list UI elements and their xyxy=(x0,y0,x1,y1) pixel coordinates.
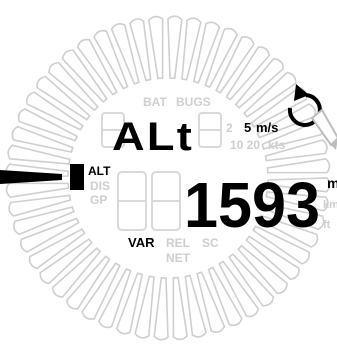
vario-lcd-display: BAT BUGS ALt 2 5 m/s 10 20 kts ALT DIS G… xyxy=(0,15,337,341)
ring-segment xyxy=(153,276,169,341)
bugs-label: BUGS xyxy=(176,95,211,109)
sc-label: SC xyxy=(202,236,219,250)
vario-ms-unit: m/s xyxy=(256,120,278,135)
vario-kts-values: 10 20 xyxy=(230,138,260,152)
ring-segment xyxy=(172,276,189,341)
unit-m: m xyxy=(327,175,337,191)
var-label: VAR xyxy=(128,235,155,250)
mode-text: ALt xyxy=(112,115,194,159)
ring-segment xyxy=(147,15,164,80)
ghost-digit-label: 2 xyxy=(226,121,233,135)
dis-label: DIS xyxy=(90,179,110,193)
gp-label: GP xyxy=(90,193,107,207)
ring-segment xyxy=(5,182,70,199)
pointer-alt-label: ALT xyxy=(88,164,111,178)
bat-label: BAT xyxy=(143,95,167,109)
rel-label: REL xyxy=(166,236,190,250)
main-value-display: 1593 xyxy=(184,169,320,241)
ring-segment xyxy=(167,15,183,80)
net-label: NET xyxy=(166,251,191,265)
unit-km: km xyxy=(323,199,337,211)
vario-kts-unit: kts xyxy=(268,138,286,152)
vario-ms-value: 5 xyxy=(244,120,251,135)
unit-ft: ft xyxy=(323,219,331,231)
